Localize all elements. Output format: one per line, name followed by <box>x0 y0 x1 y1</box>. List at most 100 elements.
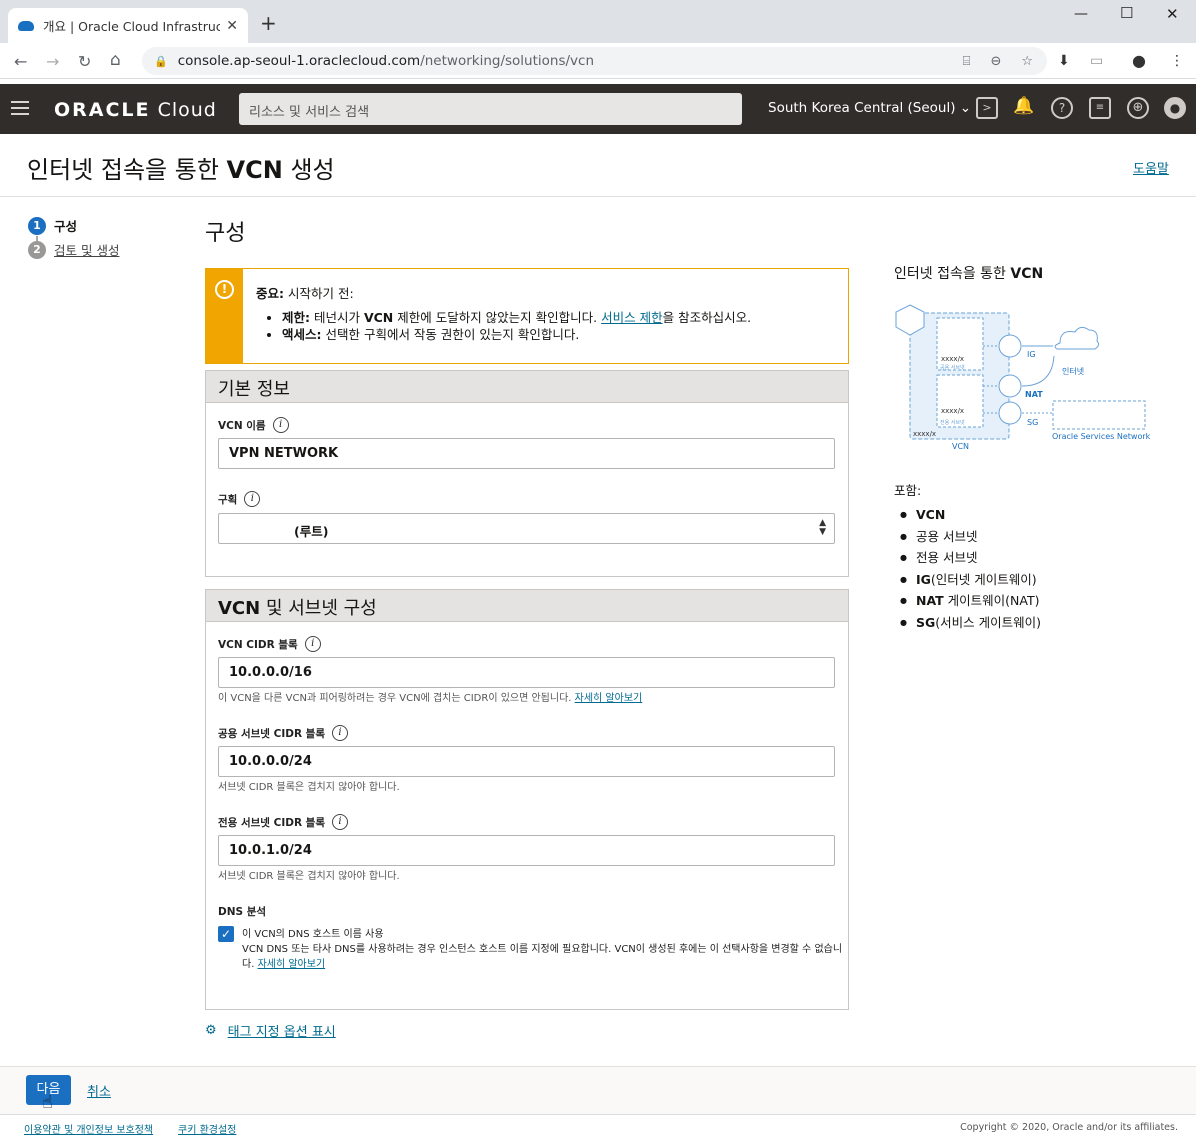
vcn-cidr-input[interactable]: 10.0.0.0/16 <box>218 657 835 688</box>
page-footer: 이용약관 및 개인정보 보호정책 쿠키 환경설정 Copyright © 202… <box>0 1114 1196 1140</box>
section-title: 구성 <box>205 221 246 246</box>
help-link[interactable]: 도움말 <box>1133 158 1169 177</box>
minimize-icon[interactable]: — <box>1074 6 1088 22</box>
private-subnet-cidr-input[interactable]: 10.0.1.0/24 <box>218 835 835 866</box>
public-subnet-cidr-input[interactable]: 10.0.0.0/24 <box>218 746 835 777</box>
ig-label: IG <box>1027 350 1036 359</box>
dns-checkbox-text: 이 VCN의 DNS 호스트 이름 사용 VCN DNS 또는 타사 DNS를 … <box>242 927 852 972</box>
dns-label: DNS 분석 <box>218 906 267 918</box>
warning-list: 제한: 테넌시가 VCN 제한에 도달하지 않았는지 확인합니다. 서비스 제한… <box>282 309 751 343</box>
vcn-name-label: VCN 이름 i <box>218 417 289 433</box>
action-footer <box>0 1066 1196 1114</box>
warning-icon: ! <box>215 280 234 299</box>
reload-icon[interactable]: ↻ <box>78 52 91 71</box>
notifications-bell-icon[interactable]: 🔔 <box>1013 97 1035 119</box>
language-globe-icon[interactable]: ⊕ <box>1127 97 1149 119</box>
show-tagging-options[interactable]: ⚙ 태그 지정 옵션 표시 <box>205 1021 336 1040</box>
home-icon[interactable]: ⌂ <box>110 50 121 70</box>
vcn-cidr-diagram-label: xxxx/x <box>913 430 936 438</box>
include-item: 전용 서브넷 <box>900 547 1041 569</box>
include-item: VCN <box>900 504 1041 526</box>
pointer-cursor-icon: ☝ <box>42 1092 53 1113</box>
page-title: 인터넷 접속을 통한 VCN 생성 <box>27 156 335 184</box>
includes-label: 포함: <box>894 483 922 498</box>
search-input[interactable]: 리소스 및 서비스 검색 <box>239 93 742 125</box>
warning-callout: ! 중요: 시작하기 전: 제한: 테넌시가 VCN 제한에 도달하지 않았는지… <box>205 268 849 364</box>
user-profile-icon[interactable]: ● <box>1164 97 1186 119</box>
url-field[interactable]: 🔒 console.ap-seoul-1.oraclecloud.com/net… <box>142 47 1047 75</box>
oracle-cloud-logo[interactable]: ORACLE Cloud <box>54 99 217 121</box>
include-item: SG(서비스 게이트웨이) <box>900 612 1041 634</box>
private-subnet-label: 전용 서브넷 CIDR 블록 i <box>218 814 348 830</box>
info-icon[interactable]: i <box>332 814 348 830</box>
osn-label: Oracle Services Network <box>1052 432 1151 441</box>
browser-menu-icon[interactable]: ⋮ <box>1170 53 1184 69</box>
region-selector[interactable]: South Korea Central (Seoul) ⌄ <box>768 100 971 116</box>
warning-lead: 중요: 시작하기 전: <box>256 286 354 301</box>
maximize-icon[interactable]: ☐ <box>1120 4 1133 22</box>
copyright: Copyright © 2020, Oracle and/or its affi… <box>960 1122 1178 1133</box>
hamburger-menu-icon[interactable] <box>11 101 29 115</box>
tag-options-icon: ⚙ <box>205 1023 217 1038</box>
cancel-link[interactable]: 취소 <box>87 1081 111 1100</box>
info-icon[interactable]: i <box>332 725 348 741</box>
translate-icon[interactable]: ⌸ <box>963 54 971 69</box>
lock-icon: 🔒 <box>154 54 168 68</box>
side-title: 인터넷 접속을 통한 VCN <box>894 266 1044 282</box>
private-subnet-cidr-label: xxxx/x <box>941 407 964 415</box>
close-tab-icon[interactable]: ✕ <box>226 18 238 34</box>
select-arrows-icon: ▲ ▼ <box>819 518 826 537</box>
vcn-architecture-diagram: IG NAT SG 인터넷 VCN Oracle Services Networ… <box>895 304 1151 451</box>
terms-link[interactable]: 이용약관 및 개인정보 보호정책 <box>24 1121 153 1136</box>
help-icon[interactable]: ? <box>1051 97 1073 119</box>
divider <box>0 196 1196 197</box>
basic-info-header: 기본 정보 <box>206 371 848 403</box>
info-icon[interactable]: i <box>304 636 321 652</box>
learn-more-link[interactable]: 자세히 알아보기 <box>575 693 643 704</box>
forward-icon[interactable]: → <box>46 52 59 71</box>
dns-hostnames-checkbox[interactable]: ✓ <box>218 926 234 942</box>
back-icon[interactable]: ← <box>14 52 27 71</box>
tab-title: 개요 | Oracle Cloud Infrastructur <box>43 19 221 34</box>
warning-bar: ! <box>206 269 243 363</box>
internet-cloud-icon <box>1054 326 1100 350</box>
new-tab-icon[interactable]: + <box>260 13 277 33</box>
sg-gateway-icon <box>998 401 1022 425</box>
url-path: /networking/solutions/vcn <box>420 53 595 69</box>
public-subnet-label: 공용 서브넷 CIDR 블록 i <box>218 725 348 741</box>
public-subnet-diagram-label: 공용 서브넷 <box>940 364 965 371</box>
info-icon[interactable]: i <box>244 491 261 507</box>
cloud-shell-icon[interactable]: > <box>976 97 998 119</box>
info-icon[interactable]: i <box>272 417 289 433</box>
internet-label: 인터넷 <box>1062 366 1084 376</box>
cookie-preferences-link[interactable]: 쿠키 환경설정 <box>178 1121 236 1136</box>
include-item: IG(인터넷 게이트웨이) <box>900 569 1041 591</box>
dns-learn-more-link[interactable]: 자세히 알아보기 <box>258 959 326 970</box>
url-domain: console.ap-seoul-1.oraclecloud.com <box>177 53 421 69</box>
extension-icon[interactable]: ⬇ <box>1058 53 1070 69</box>
public-subnet-hint: 서브넷 CIDR 블록은 겹치지 않아야 합니다. <box>218 782 400 793</box>
compartment-label: 구획 i <box>218 491 261 507</box>
includes-list: VCN 공용 서브넷 전용 서브넷 IG(인터넷 게이트웨이) NAT 게이트웨… <box>900 504 1041 633</box>
warning-item-access: 액세스: 선택한 구획에서 작동 권한이 있는지 확인합니다. <box>282 326 751 343</box>
service-limits-link[interactable]: 서비스 제한 <box>601 310 662 325</box>
oracle-header: ORACLE Cloud 리소스 및 서비스 검색 South Korea Ce… <box>0 84 1196 134</box>
cast-icon[interactable]: ▭ <box>1090 53 1103 69</box>
step-review-create[interactable]: 2 검토 및 생성 <box>28 240 119 259</box>
vcn-diagram-label: VCN <box>952 442 969 451</box>
sg-label: SG <box>1027 418 1038 427</box>
feedback-chat-icon[interactable]: ≡ <box>1089 97 1111 119</box>
step-configure: 1 구성 <box>28 216 77 235</box>
bookmark-star-icon[interactable]: ☆ <box>1021 54 1033 69</box>
public-subnet-cidr-label: xxxx/x <box>941 355 964 363</box>
ig-gateway-icon <box>998 334 1022 358</box>
browser-tab[interactable]: 개요 | Oracle Cloud Infrastructur ✕ <box>8 8 248 43</box>
vcn-name-input[interactable]: VPN NETWORK <box>218 438 835 469</box>
zoom-icon[interactable]: ⊖ <box>990 54 1001 69</box>
private-subnet-diagram-label: 전용 서브넷 <box>940 419 965 426</box>
close-window-icon[interactable]: ✕ <box>1166 5 1179 23</box>
profile-icon[interactable]: ● <box>1132 51 1146 70</box>
compartment-select[interactable]: (루트) ▲ ▼ <box>218 513 835 544</box>
osn-box <box>1052 400 1146 430</box>
private-subnet-hint: 서브넷 CIDR 블록은 겹치지 않아야 합니다. <box>218 871 400 882</box>
